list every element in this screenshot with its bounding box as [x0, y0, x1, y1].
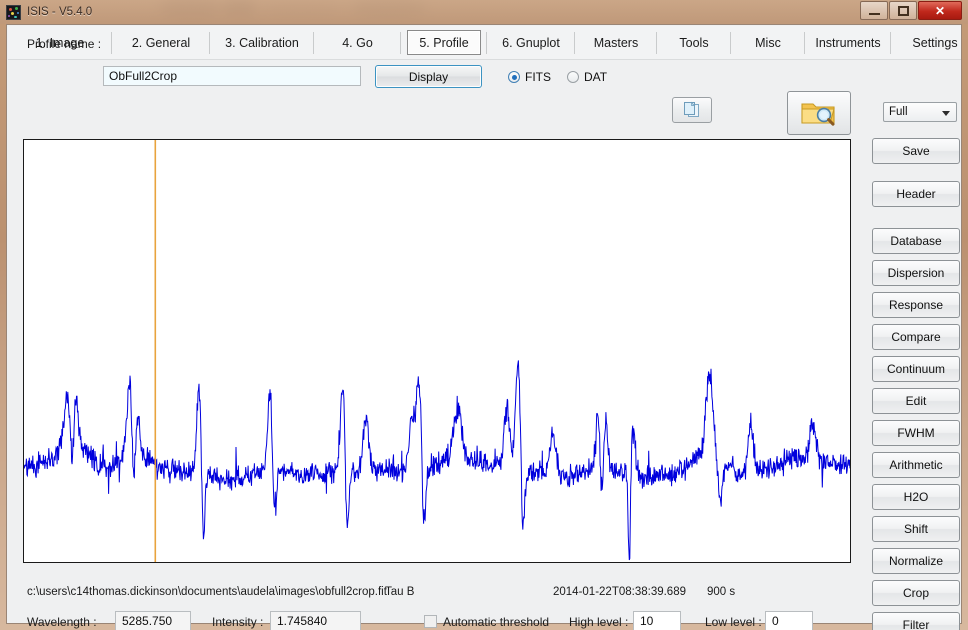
chevron-down-icon [942, 111, 950, 116]
tab-settings[interactable]: Settings [891, 26, 968, 60]
low-level-input[interactable]: 0 [765, 611, 813, 630]
edit-button[interactable]: Edit [872, 388, 960, 414]
tab-label: Settings [912, 35, 958, 50]
display-button[interactable]: Display [375, 65, 482, 88]
tab-label: Tools [679, 35, 709, 50]
high-level-label: High level : [569, 615, 629, 629]
window-controls: ✕ [859, 1, 962, 20]
radio-fits[interactable]: FITS [508, 70, 551, 84]
button-label: Database [890, 234, 942, 248]
low-level-label: Low level : [705, 615, 762, 629]
object-name-text: Tau B [385, 586, 415, 598]
radio-dat[interactable]: DAT [567, 70, 607, 84]
isis-app-icon [6, 4, 21, 20]
maximize-button[interactable] [889, 1, 917, 20]
view-mode-select[interactable]: Full [883, 102, 957, 122]
button-label: Response [888, 298, 944, 312]
display-button-label: Display [408, 69, 449, 84]
fwhm-button[interactable]: FWHM [872, 420, 960, 446]
tab-misc[interactable]: Misc [731, 26, 805, 60]
automatic-threshold-label: Automatic threshold [443, 615, 550, 629]
wavelength-value: 5285.750 [115, 611, 191, 630]
copy-pages-icon [684, 101, 699, 117]
button-label: Header [896, 187, 936, 201]
dispersion-button[interactable]: Dispersion [872, 260, 960, 286]
minimize-icon [868, 13, 880, 15]
radio-dat-icon [567, 71, 579, 83]
tab-4-go[interactable]: 4. Go [314, 26, 401, 60]
folder-search-icon [801, 103, 835, 126]
open-profile-button[interactable] [787, 91, 851, 135]
restore-icon [897, 5, 909, 16]
wavelength-label: Wavelength : [27, 615, 97, 629]
tab-6-gnuplot[interactable]: 6. Gnuplot [487, 26, 575, 60]
tab-label: Masters [593, 35, 639, 50]
tab-label: 3. Calibration [225, 35, 299, 50]
button-label: Continuum [886, 362, 946, 376]
button-label: FWHM [897, 426, 935, 440]
spectrum-plot-canvas [24, 140, 850, 562]
button-label: Crop [902, 586, 929, 600]
tab-masters[interactable]: Masters [575, 26, 657, 60]
tab-instruments[interactable]: Instruments [805, 26, 891, 60]
radio-dat-label: DAT [584, 70, 608, 84]
automatic-threshold-checkbox[interactable] [424, 615, 437, 628]
close-icon: ✕ [934, 3, 946, 18]
tab-label: 1. Image [35, 35, 85, 50]
response-button[interactable]: Response [872, 292, 960, 318]
tab-label: 5. Profile [419, 35, 469, 50]
exposure-time-text: 900 s [707, 586, 736, 598]
button-label: Dispersion [887, 266, 945, 280]
filter-button[interactable]: Filter [872, 612, 960, 630]
crop-button[interactable]: Crop [872, 580, 960, 606]
header-button[interactable]: Header [872, 181, 960, 207]
tab-3-calibration[interactable]: 3. Calibration [210, 26, 314, 60]
tab-label: Instruments [815, 35, 881, 50]
button-label: H2O [903, 490, 929, 504]
spectrum-plot[interactable] [23, 139, 851, 563]
high-level-input[interactable]: 10 [633, 611, 681, 630]
button-label: Save [902, 144, 930, 158]
file-path-text: c:\users\c14thomas.dickinson\documents\a… [27, 586, 387, 598]
desktop-background: ISIS - V5.4.0 ✕ 1. Image 2. General 3. C… [0, 0, 968, 630]
h2o-button[interactable]: H2O [872, 484, 960, 510]
compare-button[interactable]: Compare [872, 324, 960, 350]
database-button[interactable]: Database [872, 228, 960, 254]
radio-fits-label: FITS [525, 70, 551, 84]
view-mode-value: Full [889, 106, 908, 118]
copy-profile-button[interactable] [672, 97, 712, 123]
intensity-value: 1.745840 [270, 611, 361, 630]
intensity-label: Intensity : [212, 615, 264, 629]
tab-label: 6. Gnuplot [502, 35, 560, 50]
radio-fits-icon [508, 71, 520, 83]
button-label: Filter [902, 618, 930, 630]
save-button[interactable]: Save [872, 138, 960, 164]
minimize-button[interactable] [860, 1, 888, 20]
tab-label: 4. Go [342, 35, 373, 50]
button-label: Arithmetic [889, 458, 943, 472]
button-label: Shift [903, 522, 928, 536]
continuum-button[interactable]: Continuum [872, 356, 960, 382]
button-label: Edit [905, 394, 927, 408]
tab-bar: 1. Image 2. General 3. Calibration 4. Go… [8, 26, 961, 60]
button-label: Compare [891, 330, 941, 344]
tab-label: 2. General [131, 35, 191, 50]
shift-button[interactable]: Shift [872, 516, 960, 542]
title-bar[interactable]: ISIS - V5.4.0 ✕ [0, 0, 968, 24]
button-label: Normalize [888, 554, 943, 568]
observation-datetime-text: 2014-01-22T08:38:39.689 [553, 586, 686, 598]
arithmetic-button[interactable]: Arithmetic [872, 452, 960, 478]
tab-2-general[interactable]: 2. General [112, 26, 210, 60]
tab-tools[interactable]: Tools [657, 26, 731, 60]
profile-name-input[interactable]: ObFull2Crop [103, 66, 361, 86]
window-title: ISIS - V5.4.0 [27, 6, 93, 18]
isis-application-window: ISIS - V5.4.0 ✕ 1. Image 2. General 3. C… [0, 0, 968, 630]
window-client-area: 1. Image 2. General 3. Calibration 4. Go… [6, 24, 962, 630]
normalize-button[interactable]: Normalize [872, 548, 960, 574]
close-button[interactable]: ✕ [918, 1, 962, 20]
tab-5-profile[interactable]: 5. Profile [401, 26, 487, 60]
tab-label: Misc [755, 35, 781, 50]
